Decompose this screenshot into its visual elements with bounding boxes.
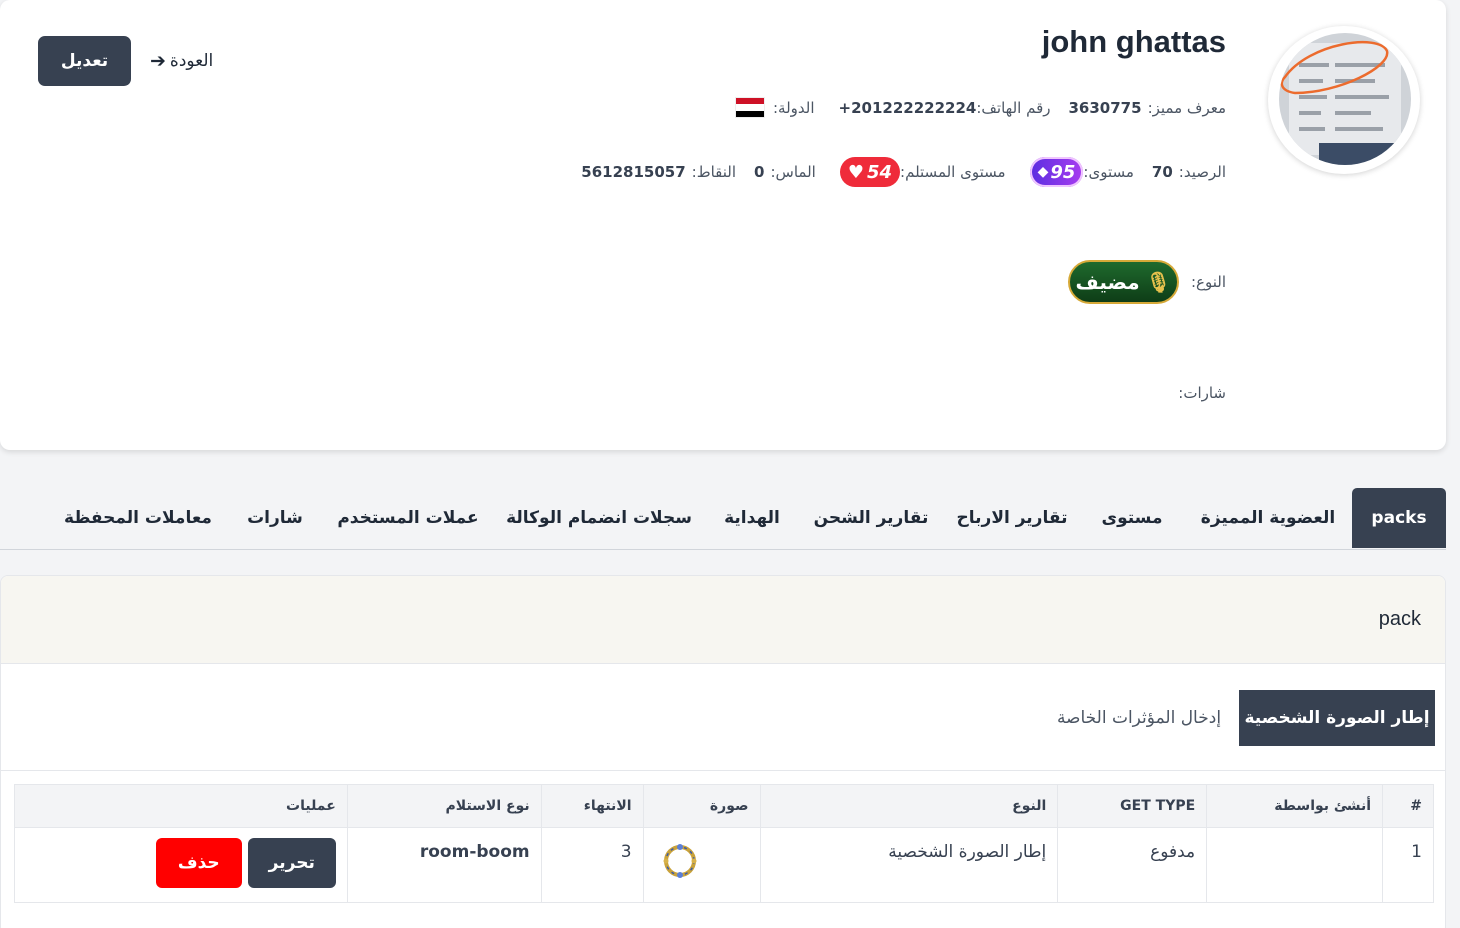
table-row: 1 مدفوع إطار الصورة الشخصية 3 room-boom …: [14, 827, 1434, 903]
col-index: #: [1382, 784, 1434, 828]
tab-agency-join-logs[interactable]: سجلات انضمام الوكالة: [502, 488, 696, 548]
diamond-value: 0: [754, 163, 765, 181]
points-label: النقاط:: [691, 163, 737, 181]
type-label: النوع:: [1190, 273, 1226, 291]
col-type: النوع: [759, 784, 1059, 828]
points-value: 5612815057: [581, 163, 686, 181]
host-type-badge: 🎙 مضيف: [1067, 260, 1179, 304]
subtab-profile-frame[interactable]: إطار الصورة الشخصية: [1239, 690, 1435, 746]
level-badge: ◆ 95: [1029, 157, 1084, 187]
arrow-right-icon: ➔: [150, 50, 166, 72]
receiver-level-value: 54: [866, 161, 893, 183]
badges-label: شارات:: [1178, 384, 1226, 402]
col-get-type: GET TYPE: [1057, 784, 1208, 828]
stats-row: الرصيد: 70 مستوى: ◆ 95 مستوى المستلم: ♥ …: [581, 157, 1226, 187]
delete-pack-button[interactable]: حذف: [155, 838, 242, 888]
col-expiry: الانتهاء: [540, 784, 644, 828]
cell-type: إطار الصورة الشخصية: [759, 827, 1059, 903]
egypt-flag-icon: [735, 97, 765, 118]
level-value: 95: [1050, 161, 1076, 183]
tab-packs[interactable]: packs: [1352, 488, 1446, 548]
receiver-level-label: مستوى المستلم:: [900, 163, 1006, 181]
phone-value: +201222222224: [838, 98, 977, 117]
profile-card: john ghattas معرف مميز: 3630775 رقم الها…: [0, 0, 1446, 450]
frame-image-icon: [661, 842, 699, 880]
avatar-ring: [1268, 26, 1420, 174]
pack-title: pack: [1378, 608, 1421, 630]
type-row: النوع: 🎙 مضيف: [1067, 260, 1226, 304]
cell-index: 1: [1382, 827, 1434, 903]
col-image: صورة: [642, 784, 761, 828]
cell-operations: تحريرحذف: [14, 827, 348, 903]
col-created-by: أنشئ بواسطة: [1206, 784, 1384, 828]
level-label: مستوى:: [1083, 163, 1134, 181]
packs-table: # أنشئ بواسطة GET TYPE النوع صورة الانته…: [14, 784, 1434, 903]
edit-profile-button[interactable]: تعديل: [38, 36, 131, 86]
balance-value: 70: [1151, 163, 1173, 181]
special-id-label: معرف مميز:: [1147, 98, 1226, 117]
level-gem-icon: ◆: [1037, 164, 1049, 180]
cell-image: [642, 827, 761, 903]
tab-badges[interactable]: شارات: [236, 488, 314, 548]
back-link[interactable]: العودة ➔: [150, 50, 213, 72]
microphone-icon: 🎙: [1145, 270, 1171, 294]
phone-label: رقم الهاتف:: [976, 98, 1051, 117]
tab-wallet-transactions[interactable]: معاملات المحفظة: [56, 488, 220, 548]
col-receive-type: نوع الاستلام: [346, 784, 542, 828]
badges-row: شارات:: [1178, 384, 1226, 402]
tab-user-coins[interactable]: عملات المستخدم: [330, 488, 486, 548]
edit-pack-button[interactable]: تحرير: [247, 838, 336, 888]
country-label: الدولة:: [773, 98, 815, 117]
tab-level[interactable]: مستوى: [1090, 488, 1174, 548]
tab-gifts[interactable]: الهداية: [712, 488, 792, 548]
cell-expiry: 3: [540, 827, 644, 903]
tab-earnings-reports[interactable]: تقارير الارباح: [950, 488, 1074, 548]
back-label: العودة: [169, 51, 214, 71]
table-header-row: # أنشئ بواسطة GET TYPE النوع صورة الانته…: [14, 784, 1434, 828]
pack-panel-header: pack: [1, 576, 1445, 664]
cell-get-type: مدفوع: [1057, 827, 1208, 903]
identity-row: معرف مميز: 3630775 رقم الهاتف: +20122222…: [735, 97, 1226, 118]
pack-panel: pack إطار الصورة الشخصية إدخال المؤثرات …: [0, 575, 1446, 928]
special-id-value: 3630775: [1068, 98, 1142, 117]
receiver-level-badge: ♥ 54: [839, 157, 901, 187]
heart-icon: ♥: [847, 161, 864, 183]
avatar[interactable]: [1279, 33, 1411, 165]
cell-receive-type: room-boom: [346, 827, 542, 903]
diamond-label: الماس:: [770, 163, 816, 181]
col-operations: عمليات: [14, 784, 348, 828]
section-tabs: packs العضوية المميزة مستوى تقارير الارب…: [0, 486, 1446, 550]
user-name: john ghattas: [1041, 24, 1226, 59]
tab-recharge-reports[interactable]: تقارير الشحن: [808, 488, 934, 548]
subtab-entry-effects[interactable]: إدخال المؤثرات الخاصة: [1041, 690, 1237, 746]
cell-created-by: [1206, 827, 1384, 903]
type-value: مضيف: [1075, 270, 1140, 294]
tab-vip-membership[interactable]: العضوية المميزة: [1190, 488, 1346, 548]
pack-subtabs: إطار الصورة الشخصية إدخال المؤثرات الخاص…: [1, 664, 1445, 771]
balance-label: الرصيد:: [1178, 163, 1226, 181]
